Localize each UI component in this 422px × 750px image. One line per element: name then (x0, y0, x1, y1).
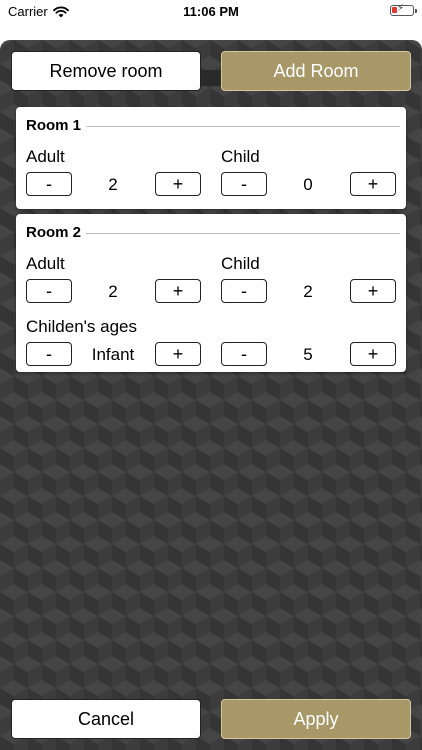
child-decrement-button[interactable]: - (221, 279, 267, 303)
status-right: ⚡ (390, 3, 417, 16)
room-picker-sheet: Remove room Add Room Room 1 Adult Child … (0, 40, 422, 750)
status-time: 11:06 PM (183, 4, 239, 19)
adult-count: 2 (108, 175, 118, 194)
room-card-1: Room 1 Adult Child - 2 + - 0 + (16, 107, 406, 209)
divider (86, 126, 400, 127)
child-1-age-value: Infant (91, 345, 135, 364)
adult-decrement-button[interactable]: - (26, 279, 72, 303)
remove-room-button[interactable]: Remove room (11, 51, 201, 91)
child-label: Child (221, 254, 260, 273)
adult-label: Adult (26, 254, 65, 273)
child-label: Child (221, 147, 260, 166)
adult-decrement-button[interactable]: - (26, 172, 72, 196)
child-decrement-button[interactable]: - (221, 172, 267, 196)
room-card-2: Room 2 Adult Child - 2 + - 2 + Childen's… (16, 214, 406, 372)
child-1-age-decrement-button[interactable]: - (26, 342, 72, 366)
divider (86, 233, 400, 234)
child-increment-button[interactable]: + (350, 172, 396, 196)
adult-increment-button[interactable]: + (155, 172, 201, 196)
cancel-button[interactable]: Cancel (11, 699, 201, 739)
child-2-age-value: 5 (303, 345, 313, 364)
child-count: 2 (303, 282, 313, 301)
add-room-button[interactable]: Add Room (221, 51, 411, 91)
adult-count: 2 (108, 282, 118, 301)
child-2-age-increment-button[interactable]: + (350, 342, 396, 366)
child-increment-button[interactable]: + (350, 279, 396, 303)
room-title: Room 1 (26, 117, 82, 134)
room-title: Room 2 (26, 224, 82, 241)
charging-icon: ⚡ (397, 3, 405, 14)
adult-label: Adult (26, 147, 65, 166)
battery-icon: ⚡ (390, 3, 417, 16)
apply-button[interactable]: Apply (221, 699, 411, 739)
child-1-age-increment-button[interactable]: + (155, 342, 201, 366)
status-bar: Carrier 11:06 PM ⚡ (0, 0, 422, 26)
children-ages-label: Childen's ages (26, 317, 137, 336)
child-count: 0 (303, 175, 313, 194)
adult-increment-button[interactable]: + (155, 279, 201, 303)
child-2-age-decrement-button[interactable]: - (221, 342, 267, 366)
